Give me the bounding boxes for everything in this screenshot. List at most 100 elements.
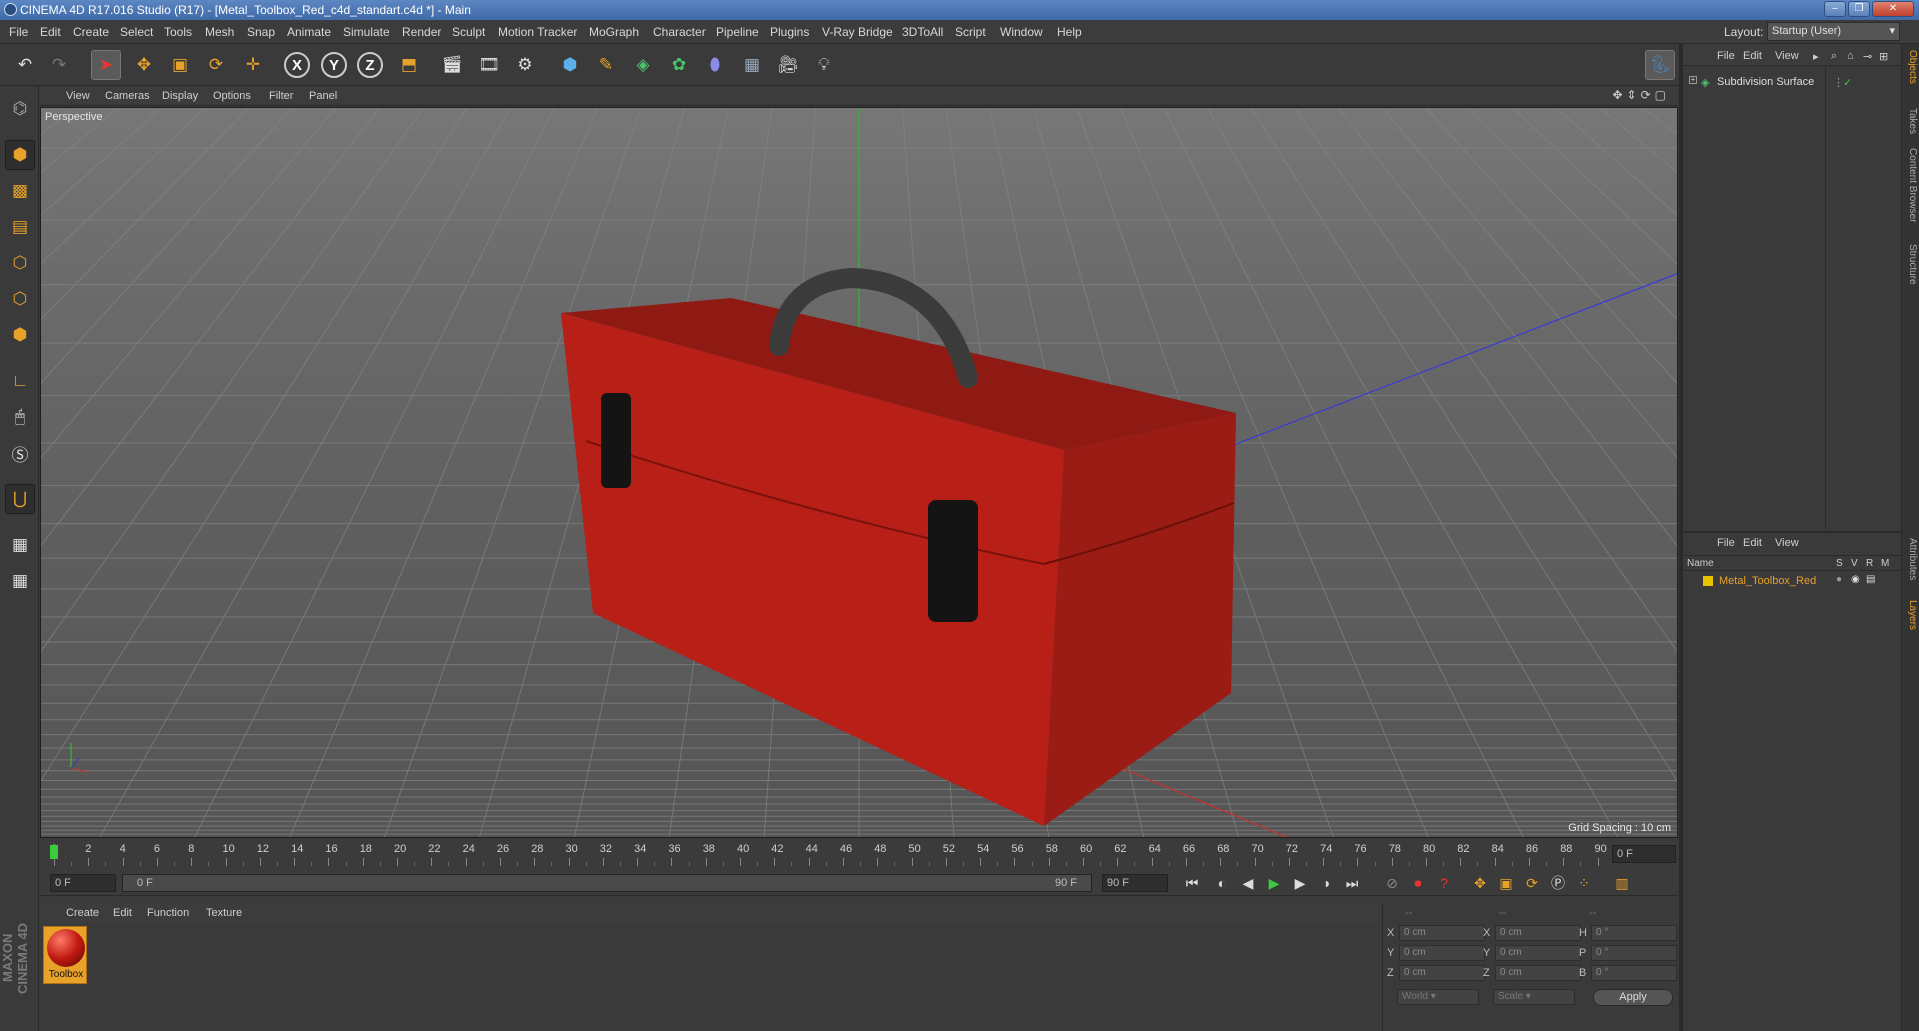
add-light-button[interactable]: 💡︎ [809, 50, 839, 80]
viewport-menu-view[interactable]: View [66, 90, 90, 102]
apply-button[interactable]: Apply [1593, 989, 1673, 1006]
texture-mode-button[interactable]: ▩ [5, 176, 35, 206]
size-mode-dropdown[interactable]: Scale ▾ [1493, 989, 1575, 1005]
coord-value-field[interactable]: 0 cm [1399, 945, 1485, 961]
workplane-button[interactable]: ▤ [5, 212, 35, 242]
y-axis-lock-button[interactable]: Y [319, 50, 349, 80]
next-frame-button[interactable]: ▶ [1288, 872, 1312, 894]
menu-window[interactable]: Window [1000, 25, 1043, 39]
menu-script[interactable]: Script [955, 25, 986, 39]
layer-menu-edit[interactable]: Edit [1743, 537, 1762, 549]
add-camera-button[interactable]: 🎥︎ [773, 50, 803, 80]
points-mode-button[interactable]: ⬡ [5, 248, 35, 278]
current-frame-field[interactable]: 0 F [1612, 845, 1676, 863]
next-key-button[interactable]: ◑ [1314, 872, 1338, 894]
end-frame-field[interactable]: 90 F [1102, 874, 1168, 892]
menu-pipeline[interactable]: Pipeline [716, 25, 759, 39]
viewport-menu-panel[interactable]: Panel [309, 90, 337, 102]
menu-character[interactable]: Character [653, 25, 706, 39]
recent-tool-button[interactable]: ✛ [238, 50, 268, 80]
layout-dropdown[interactable]: Startup (User) ▾ [1767, 22, 1900, 41]
menu-vray-bridge[interactable]: V-Ray Bridge [822, 25, 893, 39]
render-clapper-icon[interactable]: ▤ [1866, 574, 1875, 585]
viewport-nav-icons[interactable]: ✥⇕⟳▢ [1612, 88, 1670, 102]
key-rotation-button[interactable]: ⟳ [1520, 872, 1544, 894]
menu-help[interactable]: Help [1057, 25, 1082, 39]
coordinate-mode-dropdown[interactable]: World ▾ [1397, 989, 1479, 1005]
material-menu-texture[interactable]: Texture [206, 907, 242, 919]
timeline-ruler[interactable]: 0246810121416182022242628303234363840424… [40, 841, 1678, 869]
magnet-button[interactable]: ⋃ [5, 484, 35, 514]
key-pla-button[interactable]: ⁘ [1572, 872, 1596, 894]
play-button[interactable]: ▶ [1262, 872, 1286, 894]
menu-3dtoall[interactable]: 3DToAll [902, 25, 943, 39]
viewport-menu-cameras[interactable]: Cameras [105, 90, 150, 102]
x-axis-lock-button[interactable]: X [282, 50, 312, 80]
timeline-playhead[interactable] [50, 845, 58, 859]
menu-edit[interactable]: Edit [40, 25, 61, 39]
add-cube-button[interactable]: ⬢ [555, 50, 585, 80]
tab-content-browser[interactable]: Content Browser [1904, 148, 1918, 222]
render-picture-viewer-button[interactable]: 🎞︎ [474, 50, 504, 80]
undo-button[interactable]: ↶ [10, 50, 40, 80]
key-scale-button[interactable]: ▣ [1494, 872, 1518, 894]
tweak-mode-button[interactable]: 🖱︎ [5, 402, 35, 432]
go-to-end-button[interactable]: ⏭ [1340, 872, 1364, 894]
coord-value-field[interactable]: 0 ° [1591, 945, 1677, 961]
tab-layers[interactable]: Layers [1904, 600, 1918, 630]
frame-range-slider[interactable]: 0 F 90 F [122, 874, 1092, 892]
previous-key-button[interactable]: ◐ [1210, 872, 1234, 894]
menu-create[interactable]: Create [73, 25, 109, 39]
expand-icon[interactable]: + [1689, 76, 1697, 84]
object-menu-file[interactable]: File [1717, 50, 1735, 62]
redo-button[interactable]: ↷ [44, 50, 74, 80]
viewport-menu-options[interactable]: Options [213, 90, 251, 102]
coord-value-field[interactable]: 0 ° [1591, 925, 1677, 941]
object-menu-edit[interactable]: Edit [1743, 50, 1762, 62]
render-settings-button[interactable]: ⚙ [510, 50, 540, 80]
tab-takes[interactable]: Takes [1904, 108, 1918, 134]
menu-plugins[interactable]: Plugins [770, 25, 809, 39]
eye-icon[interactable]: ◉ [1851, 574, 1860, 585]
coordinate-system-button[interactable]: ⬒ [394, 50, 424, 80]
coord-value-field[interactable]: 0 cm [1495, 925, 1581, 941]
search-icon[interactable]: ⌕ [1831, 50, 1837, 63]
snap-button[interactable]: Ⓢ [5, 438, 35, 468]
go-to-start-button[interactable]: ⏮ [1180, 872, 1204, 894]
polygons-mode-button[interactable]: ⬢ [5, 320, 35, 350]
live-selection-button[interactable]: ➤ [91, 50, 121, 80]
menu-tools[interactable]: Tools [164, 25, 192, 39]
chevron-right-icon[interactable]: ▸ [1813, 50, 1819, 63]
coord-value-field[interactable]: 0 cm [1399, 965, 1485, 981]
viewport-menu-display[interactable]: Display [162, 90, 198, 102]
workplane-mode-button[interactable]: ⌬ [5, 94, 35, 124]
menu-animate[interactable]: Animate [287, 25, 331, 39]
scale-tool-button[interactable]: ▣ [165, 50, 195, 80]
autokey-button[interactable]: ⏺ [1406, 872, 1430, 894]
viewport-menu-filter[interactable]: Filter [269, 90, 293, 102]
menu-mesh[interactable]: Mesh [205, 25, 234, 39]
menu-select[interactable]: Select [120, 25, 153, 39]
timeline-window-button[interactable]: ▥ [1610, 872, 1634, 894]
add-mograph-button[interactable]: ✿ [664, 50, 694, 80]
coord-value-field[interactable]: 0 cm [1495, 945, 1581, 961]
key-position-button[interactable]: ✥ [1468, 872, 1492, 894]
material-menu-edit[interactable]: Edit [113, 907, 132, 919]
model-mode-button[interactable]: ⬢ [5, 140, 35, 170]
menu-render[interactable]: Render [402, 25, 441, 39]
menu-sculpt[interactable]: Sculpt [452, 25, 485, 39]
python-button[interactable]: 🐍︎ [1645, 50, 1675, 80]
coord-value-field[interactable]: 0 ° [1591, 965, 1677, 981]
new-window-icon[interactable]: ⊞ [1879, 50, 1888, 63]
edges-mode-button[interactable]: ⬡ [5, 284, 35, 314]
rotate-tool-button[interactable]: ⟳ [201, 50, 231, 80]
keyframe-selection-button[interactable]: ? [1432, 872, 1456, 894]
perspective-viewport[interactable]: Perspective Grid Spacing : 10 cm [40, 107, 1678, 838]
add-deformer-button[interactable]: ⬮ [700, 50, 730, 80]
layer-menu-view[interactable]: View [1775, 537, 1799, 549]
maximize-button[interactable]: ❐ [1848, 1, 1870, 17]
menu-motion-tracker[interactable]: Motion Tracker [498, 25, 577, 39]
home-icon[interactable]: ⌂ [1847, 50, 1854, 62]
tab-attributes[interactable]: Attributes [1904, 538, 1918, 580]
planar-workplane-button[interactable]: ▦ [5, 566, 35, 596]
